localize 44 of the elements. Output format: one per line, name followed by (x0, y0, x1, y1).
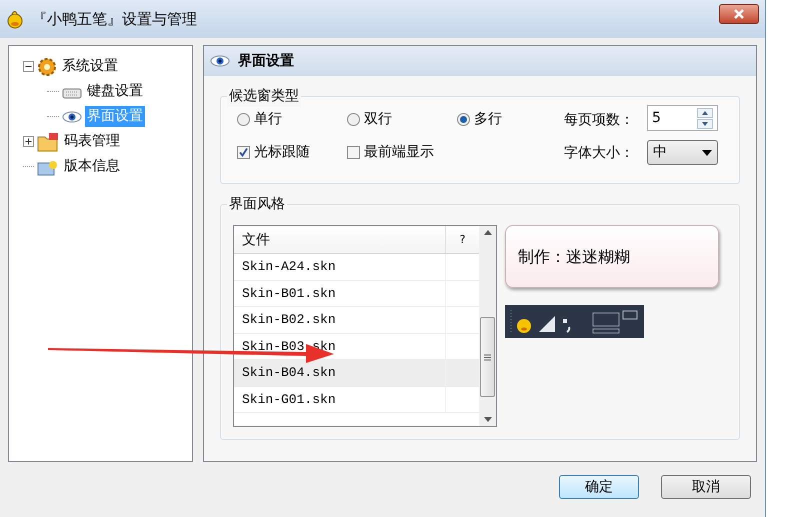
close-button[interactable] (719, 4, 759, 24)
close-icon (733, 9, 745, 19)
gear-icon (37, 56, 57, 76)
scroll-thumb[interactable] (480, 317, 495, 397)
checkbox-label[interactable]: 光标跟随 (254, 142, 310, 163)
dialog-button[interactable]: 取消 (661, 475, 751, 499)
tree-item[interactable]: 码表管理 (62, 131, 122, 152)
font-size-label: 字体大小： (564, 144, 634, 163)
font-size-dropdown[interactable]: 中 (647, 140, 718, 165)
checkbox[interactable] (347, 146, 360, 159)
skin-row[interactable]: Skin-B04.skn (234, 360, 479, 386)
caret-icon (702, 150, 712, 156)
eye-icon (210, 55, 230, 67)
tree-item[interactable]: 版本信息 (62, 156, 122, 177)
author-text: 制作：迷迷糊糊 (518, 246, 630, 268)
skin-row[interactable]: Skin-G01.skn (234, 386, 479, 413)
eye-icon (62, 110, 82, 122)
radio-button[interactable] (457, 113, 470, 126)
checkbox[interactable] (237, 146, 250, 159)
dialog-button[interactable]: 确定 (559, 475, 639, 499)
up-arrow-icon[interactable] (484, 230, 492, 235)
window-title: 『小鸭五笔』设置与管理 (32, 8, 197, 30)
panel-title: 界面设置 (238, 52, 294, 70)
items-per-page-label: 每页项数： (564, 111, 634, 130)
folder-icon (37, 132, 59, 152)
tree-item[interactable]: 键盘设置 (85, 81, 145, 102)
skin-row[interactable]: Skin-B01.skn (234, 280, 479, 307)
checkbox-label[interactable]: 最前端显示 (364, 142, 434, 163)
radio-label[interactable]: 多行 (474, 109, 502, 130)
skin-row[interactable]: Skin-B02.skn (234, 307, 479, 334)
column-header[interactable]: 文件 (234, 226, 446, 253)
radio-button[interactable] (347, 113, 360, 126)
tree-item[interactable]: 系统设置 (60, 56, 120, 77)
skin-row[interactable]: Skin-A24.skn (234, 254, 479, 280)
radio-label[interactable]: 双行 (364, 109, 392, 130)
radio-label[interactable]: 单行 (254, 109, 282, 130)
down-arrow-icon[interactable] (484, 417, 492, 422)
collapse-icon[interactable] (23, 61, 34, 72)
column-header[interactable]: ? (446, 226, 479, 253)
grip-icon (484, 354, 491, 360)
expand-icon[interactable] (23, 136, 34, 147)
items-per-page-spinner[interactable]: 5 (647, 105, 718, 131)
radio-button[interactable] (237, 113, 250, 126)
scrollbar[interactable] (479, 226, 496, 426)
